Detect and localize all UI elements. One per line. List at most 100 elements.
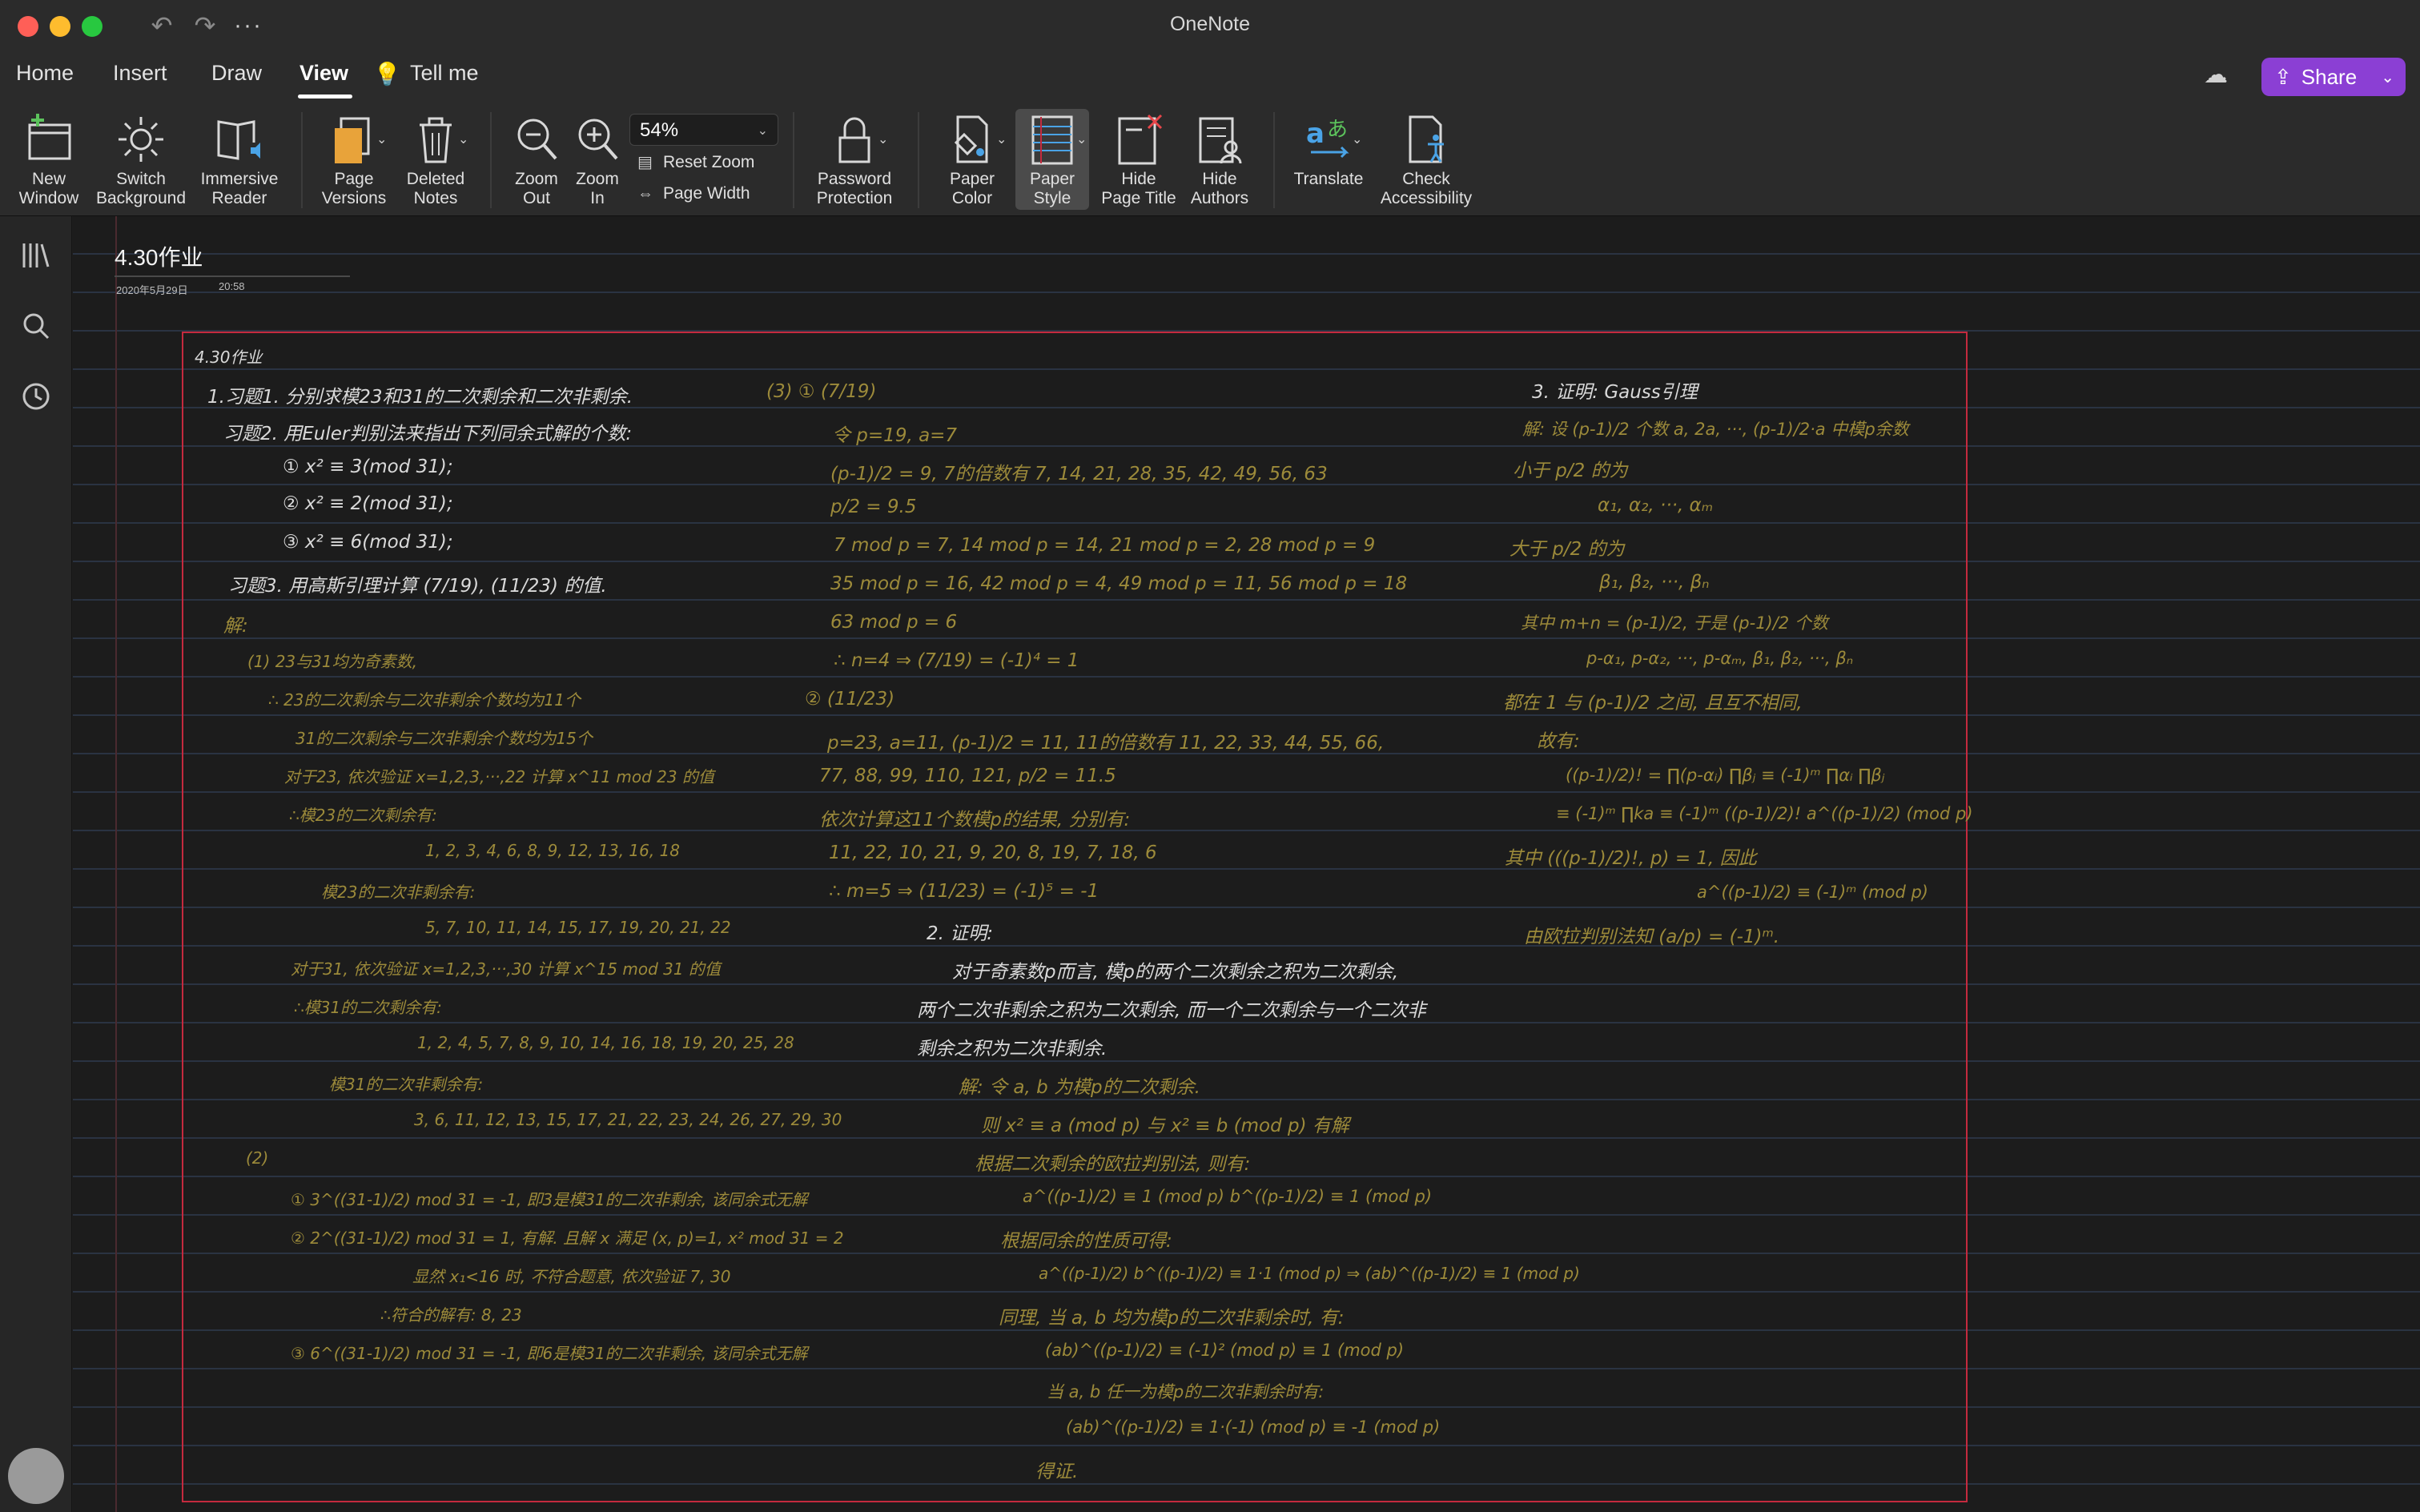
ink-line: 解: 令 a, b 为模p的二次剩余.: [959, 1077, 1200, 1098]
ink-line: 解:: [223, 616, 248, 637]
notebooks-icon[interactable]: [18, 237, 54, 274]
ink-line: 模31的二次非剩余有:: [329, 1075, 484, 1094]
menu-bar: Home Insert Draw View 💡 Tell me ☁ ⇪ Shar…: [0, 53, 2420, 103]
ink-line: 两个二次非剩余之积为二次剩余, 而一个二次剩余与一个二次非: [917, 1000, 1426, 1021]
reset-zoom-button[interactable]: ▤ Reset Zoom: [637, 152, 754, 172]
page-canvas[interactable]: 4.30作业 2020年5月29日 20:58 4.30作业 1.习题1. 分别…: [73, 216, 2420, 1512]
ink-line: 77, 88, 99, 110, 121, p/2 = 11.5: [819, 766, 1116, 786]
page-width-button[interactable]: ⇔ Page Width: [637, 184, 750, 203]
ink-line: 63 mod p = 6: [830, 612, 958, 633]
ink-line: 则 x² ≡ a (mod p) 与 x² ≡ b (mod p) 有解: [981, 1116, 1349, 1136]
hide-authors-button[interactable]: Hide Authors: [1182, 111, 1257, 208]
zoom-out-button[interactable]: Zoom Out: [505, 111, 569, 208]
page-versions-dropdown-icon[interactable]: ⌄: [376, 131, 387, 147]
ink-line: a^((p-1)/2) b^((p-1)/2) ≡ 1·1 (mod p) ⇒ …: [1039, 1264, 1580, 1283]
ribbon-separator: [301, 112, 303, 208]
ink-line: ① 3^((31-1)/2) mod 31 = -1, 即3是模31的二次非剩余…: [291, 1190, 808, 1209]
search-icon[interactable]: [18, 308, 54, 344]
ink-line: 解: 设 (p-1)/2 个数 a, 2a, ···, (p-1)/2·a 中模…: [1522, 420, 1909, 439]
password-protection-button[interactable]: Password Protection: [806, 111, 903, 208]
ink-line: 大于 p/2 的为: [1509, 539, 1625, 560]
zoom-in-icon: [578, 119, 618, 160]
tab-home[interactable]: Home: [16, 61, 74, 86]
switch-background-button[interactable]: Switch Background: [93, 111, 189, 208]
ink-line: 剩余之积为二次非剩余.: [917, 1039, 1107, 1060]
new-window-button[interactable]: New Window: [11, 111, 86, 208]
hide-authors-icon: [1199, 117, 1242, 164]
page-title[interactable]: 4.30作业: [115, 240, 203, 272]
ink-line: ≡ (-1)ᵐ ∏ka ≡ (-1)ᵐ ((p-1)/2)! a^((p-1)/…: [1556, 804, 1973, 823]
ribbon-separator: [918, 112, 919, 208]
svg-text:a: a: [1306, 118, 1325, 150]
tab-draw[interactable]: Draw: [211, 61, 262, 86]
share-button[interactable]: ⇪ Share ⌄: [2261, 58, 2406, 96]
sun-icon: [119, 117, 163, 162]
immersive-reader-button[interactable]: Immersive Reader: [195, 111, 283, 208]
page-width-icon: ⇔: [637, 185, 653, 203]
translate-dropdown-icon[interactable]: ⌄: [1352, 131, 1362, 147]
tab-view[interactable]: View: [299, 61, 348, 86]
password-dropdown-icon[interactable]: ⌄: [878, 131, 888, 147]
ribbon-separator: [490, 112, 492, 208]
lock-icon: [838, 117, 870, 163]
ink-line: a^((p-1)/2) ≡ (-1)ᵐ (mod p): [1697, 883, 1928, 902]
check-accessibility-button[interactable]: Check Accessibility: [1371, 111, 1481, 208]
page-time: 20:58: [219, 280, 245, 292]
paper-style-dropdown-icon[interactable]: ⌄: [1076, 131, 1087, 147]
ink-line: 1, 2, 3, 4, 6, 8, 9, 12, 13, 16, 18: [425, 841, 681, 860]
ink-line: 3, 6, 11, 12, 13, 15, 17, 21, 22, 23, 24…: [414, 1110, 842, 1129]
ink-line: 模23的二次非剩余有:: [321, 883, 476, 902]
avatar[interactable]: [8, 1448, 64, 1504]
reset-zoom-icon: ▤: [637, 154, 653, 171]
deleted-notes-button[interactable]: Deleted Notes: [396, 111, 476, 208]
cloud-sync-icon[interactable]: ☁: [2204, 61, 2228, 89]
ink-line: 依次计算这11个数模p的结果, 分别有:: [819, 810, 1131, 830]
zoom-level-select[interactable]: 54% ⌄: [629, 114, 778, 146]
lightbulb-icon: 💡: [373, 62, 401, 86]
ribbon-toolbar: New Window Switch Background Immersive R…: [0, 103, 2420, 216]
chevron-down-icon: ⌄: [757, 124, 768, 138]
ink-line: 由欧拉判别法知 (a/p) = (-1)ᵐ.: [1524, 927, 1780, 947]
ink-line: 根据二次剩余的欧拉判别法, 则有:: [975, 1154, 1251, 1175]
ink-line: 1.习题1. 分别求模23和31的二次剩余和二次非剩余.: [207, 387, 633, 408]
ink-line: ∴ 23的二次剩余与二次非剩余个数均为11个: [268, 690, 581, 710]
ink-line: ③ x² ≡ 6(mod 31);: [283, 532, 453, 553]
ink-line: ③ 6^((31-1)/2) mod 31 = -1, 即6是模31的二次非剩余…: [291, 1344, 808, 1363]
ink-line: a^((p-1)/2) ≡ 1 (mod p) b^((p-1)/2) ≡ 1 …: [1023, 1187, 1433, 1206]
ink-line: 显然 x₁<16 时, 不符合题意, 依次验证 7, 30: [412, 1267, 731, 1286]
ink-line: 得证.: [1035, 1462, 1079, 1482]
accessibility-icon: [1409, 115, 1444, 163]
ink-line: 7 mod p = 7, 14 mod p = 14, 21 mod p = 2…: [834, 535, 1376, 556]
deleted-notes-dropdown-icon[interactable]: ⌄: [458, 131, 468, 147]
hide-page-title-button[interactable]: Hide Page Title: [1097, 111, 1180, 208]
paper-color-button[interactable]: Paper Color: [932, 111, 1012, 208]
recent-clock-icon[interactable]: [18, 378, 54, 415]
zoom-out-icon: [517, 119, 557, 160]
translate-button[interactable]: a あ Translate: [1284, 111, 1373, 189]
ink-line: 2. 证明:: [927, 923, 994, 944]
tab-tell-me[interactable]: Tell me: [410, 61, 479, 86]
ink-line: 习题3. 用高斯引理计算 (7/19), (11/23) 的值.: [228, 576, 607, 597]
new-window-icon: [28, 114, 71, 160]
paper-color-icon: [954, 115, 988, 163]
share-icon: ⇪: [2274, 64, 2292, 89]
ink-line: 根据同余的性质可得:: [1000, 1231, 1172, 1252]
ink-line: 其中 m+n = (p-1)/2, 于是 (p-1)/2 个数: [1521, 613, 1828, 633]
ink-line: ② (11/23): [805, 689, 895, 710]
ink-line: (p-1)/2 = 9, 7的倍数有 7, 14, 21, 28, 35, 42…: [830, 464, 1328, 485]
paper-style-button[interactable]: Paper Style: [1012, 111, 1092, 208]
paper-color-dropdown-icon[interactable]: ⌄: [996, 131, 1007, 147]
ink-line: 故有:: [1537, 731, 1580, 752]
ink-line: (ab)^((p-1)/2) ≡ (-1)² (mod p) ≡ 1 (mod …: [1045, 1341, 1405, 1360]
tab-insert[interactable]: Insert: [113, 61, 167, 86]
zoom-in-button[interactable]: Zoom In: [565, 111, 629, 208]
translate-icon: a あ: [1306, 118, 1349, 159]
ink-line: 4.30作业: [195, 348, 263, 367]
ink-line: (ab)^((p-1)/2) ≡ 1·(-1) (mod p) ≡ -1 (mo…: [1066, 1418, 1441, 1437]
ink-line: ∴ n=4 ⇒ (7/19) = (-1)⁴ = 1: [834, 650, 1079, 671]
ink-line: ∴符合的解有: 8, 23: [380, 1305, 522, 1325]
ink-line: 当 a, b 任一为模p的二次非剩余时有:: [1047, 1382, 1325, 1401]
chevron-down-icon: ⌄: [2381, 69, 2394, 86]
ink-line: 对于23, 依次验证 x=1,2,3,···,22 计算 x^11 mod 23…: [284, 767, 714, 786]
page-versions-button[interactable]: Page Versions: [314, 111, 394, 208]
